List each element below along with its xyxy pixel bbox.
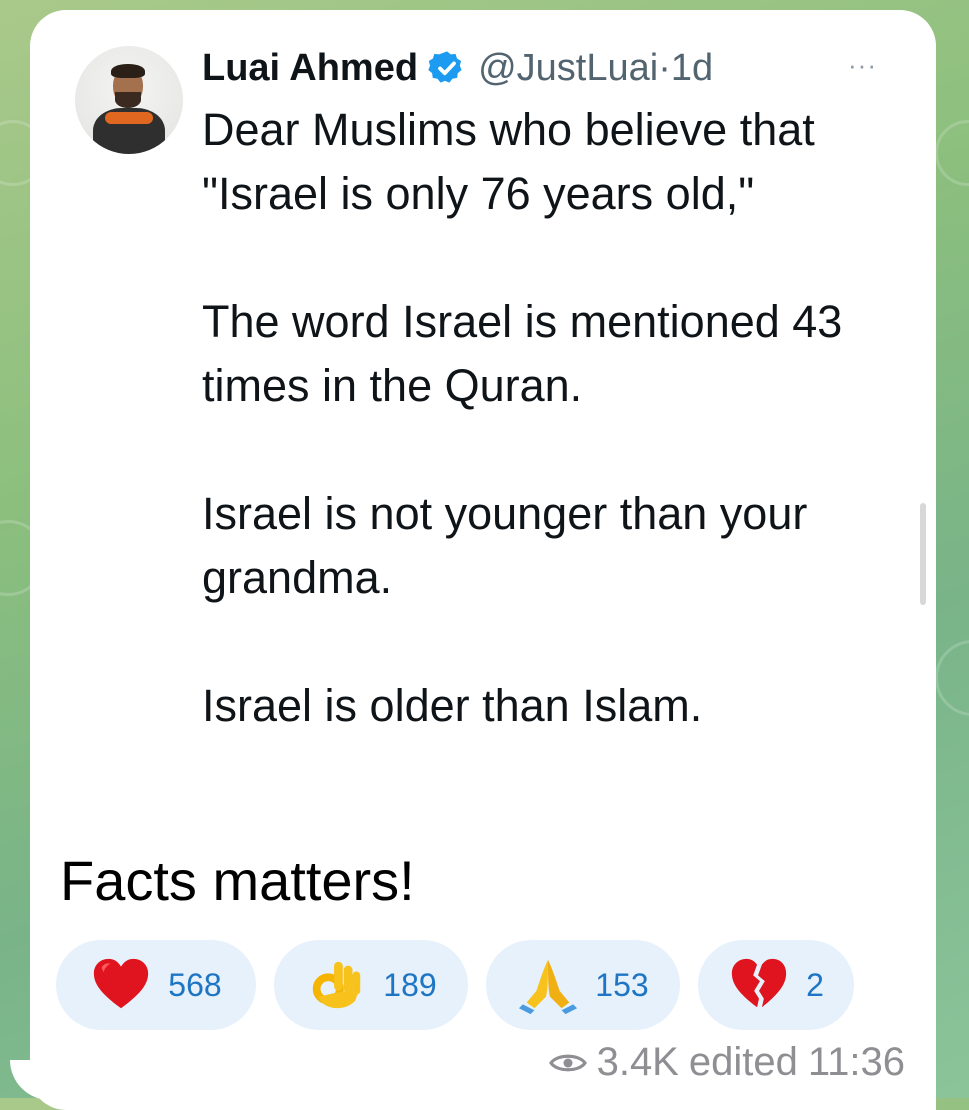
tweet-text: Dear Muslims who believe that "Israel is… [202,98,902,738]
reaction-count: 2 [806,966,824,1003]
separator-dot: · [658,46,671,89]
author-handle[interactable]: @JustLuai [478,47,658,90]
message-bubble-tail [10,1060,50,1100]
broken-heart-icon [731,958,787,1008]
tweet-paragraph: The word Israel is mentioned 43 times in… [202,296,843,411]
reaction-count: 189 [383,966,437,1003]
tweet-paragraph: Israel is older than Islam. [202,680,703,731]
tweet-paragraph: Dear Muslims who believe that "Israel is… [202,104,815,219]
verified-badge-icon [428,51,462,83]
scrollbar[interactable] [920,503,926,605]
background-doodle [935,120,969,186]
edited-label: edited [688,1040,798,1084]
reaction-folded-hands[interactable]: 153 [486,940,680,1030]
reaction-heart[interactable]: 568 [56,940,256,1030]
author-name[interactable]: Luai Ahmed [202,47,418,90]
reaction-broken-heart[interactable]: 2 [698,940,854,1030]
message-time: 11:36 [807,1040,905,1084]
background-doodle [935,640,969,716]
more-options-icon[interactable]: ··· [848,50,877,81]
message-meta: 3.4K edited 11:36 [548,1040,905,1085]
reaction-count: 153 [595,966,649,1003]
views-count: 3.4K [596,1040,679,1084]
reaction-count: 568 [168,966,222,1003]
tweet-header: Luai Ahmed @JustLuai · 1d [202,40,713,96]
reaction-ok-hand[interactable]: 189 [274,940,468,1030]
folded-hands-icon [519,959,578,1015]
ok-hand-icon [313,961,361,1009]
tweet-paragraph: Israel is not younger than your grandma. [202,488,808,603]
red-heart-icon [94,958,149,1009]
avatar[interactable] [75,46,183,154]
tweet-time: 1d [670,46,714,89]
reactions-bar: 568 189 153 2 [56,940,854,1030]
views-eye-icon [548,1054,587,1071]
message-caption: Facts matters! [60,849,415,912]
